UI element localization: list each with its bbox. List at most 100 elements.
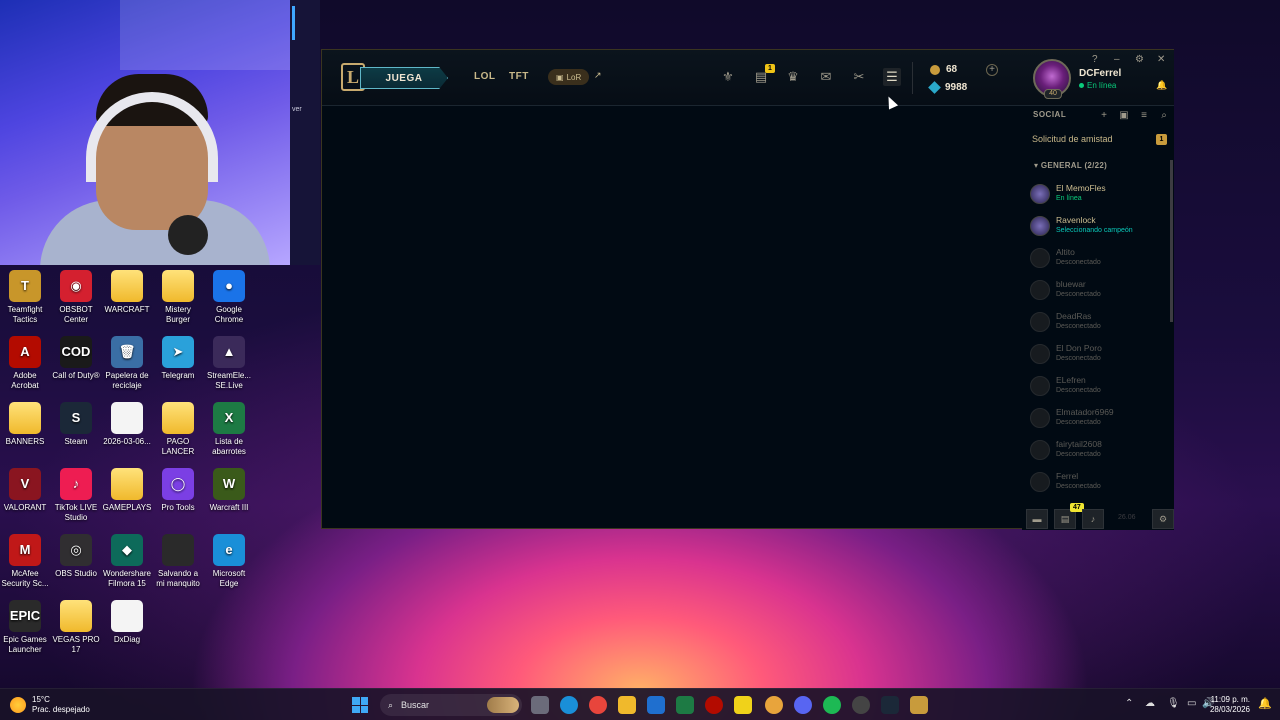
notifications-icon[interactable]: 🔔 (1258, 697, 1272, 710)
friend-row[interactable]: ELefren Desconectado (1030, 375, 1168, 403)
clock[interactable]: 11:09 p. m. 28/03/2026 (1210, 695, 1250, 715)
rp-value: 68 (946, 64, 958, 75)
clash-icon[interactable]: ⚜ (719, 68, 737, 86)
add-friend-icon[interactable]: + (1097, 109, 1111, 123)
desktop-icon[interactable]: V VALORANT (0, 466, 50, 513)
app-icon (162, 534, 194, 566)
task-view-icon[interactable] (531, 696, 549, 714)
desktop-icon[interactable]: VEGAS PRO 17 (51, 598, 101, 655)
microphone-icon[interactable]: 🎙 (1167, 698, 1180, 709)
client-top-bar: L JUEGA LOL TFT ▣ LoR ↗ ⚜ ▤ 1 ♛ ✉ ✂ ☰ 68… (322, 50, 1174, 106)
settings-button[interactable]: ⚙ (1135, 54, 1144, 65)
desktop-icon[interactable]: W Warcraft III (204, 466, 254, 513)
obs-icon[interactable] (852, 696, 870, 714)
add-folder-icon[interactable]: ▣ (1117, 109, 1131, 123)
desktop-icon[interactable]: X Lista de abarrotes (204, 400, 254, 457)
friend-row[interactable]: El Don Poro Desconectado (1030, 343, 1168, 371)
desktop-icon[interactable]: COD Call of Duty® (51, 334, 101, 381)
desktop-icon[interactable]: ➤ Telegram (153, 334, 203, 381)
file-explorer-icon[interactable] (618, 696, 636, 714)
spotify-icon[interactable] (823, 696, 841, 714)
status-indicator[interactable]: En línea (1079, 81, 1116, 90)
gear-icon[interactable]: ⚙ (1152, 509, 1174, 529)
taskbar-search[interactable]: ⌕ Buscar (380, 694, 522, 716)
friend-row[interactable]: El MemoFles En línea (1030, 183, 1168, 211)
desktop-icon[interactable]: GAMEPLAYS (102, 466, 152, 513)
acrobat-icon[interactable] (705, 696, 723, 714)
buy-rp-button[interactable]: + (986, 64, 998, 76)
chrome-canary-icon[interactable] (765, 696, 783, 714)
friend-row[interactable]: DeadRas Desconectado (1030, 311, 1168, 339)
sticky-notes-icon[interactable] (734, 696, 752, 714)
start-button[interactable] (352, 697, 368, 713)
weather-widget[interactable]: 15°C Prac. despejado (10, 695, 90, 715)
desktop-icon[interactable]: DxDiag (102, 598, 152, 645)
desktop-icon[interactable]: PAGO LANCER (153, 400, 203, 457)
play-button[interactable]: JUEGA (360, 67, 448, 89)
rp-display[interactable]: 68 (930, 64, 957, 75)
excel-icon[interactable] (676, 696, 694, 714)
network-icon[interactable]: ▭ (1187, 698, 1196, 709)
lor-button[interactable]: ▣ LoR (548, 69, 590, 85)
friend-row[interactable]: Elmatador6969 Desconectado (1030, 407, 1168, 435)
desktop-icon[interactable]: 2026-03-06... (102, 400, 152, 447)
profile-icon[interactable]: ♛ (784, 68, 802, 86)
desktop-icon[interactable]: ▲ StreamEle... SE.Live (204, 334, 254, 391)
desktop-icon[interactable]: EPIC Epic Games Launcher (0, 598, 50, 655)
nav-lol[interactable]: LOL (474, 71, 496, 82)
friend-request-row[interactable]: Solicitud de amistad 1 (1032, 134, 1169, 145)
desktop-icon-label: Adobe Acrobat (11, 371, 39, 390)
desktop-icon[interactable]: Salvando a mi manquito (153, 532, 203, 589)
minimize-button[interactable]: – (1114, 54, 1120, 65)
desktop-icon-label: Call of Duty® (52, 371, 100, 380)
desktop-icon[interactable]: WARCRAFT (102, 268, 152, 315)
desktop-icon[interactable]: S Steam (51, 400, 101, 447)
desktop-icon[interactable]: T Teamfight Tactics (0, 268, 50, 325)
league-client-icon[interactable] (910, 696, 928, 714)
notification-bell-icon[interactable]: 🔔 (1156, 80, 1167, 91)
desktop-icon[interactable]: ● Google Chrome (204, 268, 254, 325)
friend-list-scrollbar[interactable] (1170, 160, 1173, 322)
desktop-icon[interactable]: e Microsoft Edge (204, 532, 254, 589)
tft-icon[interactable]: ✂ (850, 68, 868, 86)
desktop-icon[interactable]: ◆ Wondershare Filmora 15 (102, 532, 152, 589)
desktop-icon[interactable]: 🗑 Papelera de reciclaje (102, 334, 152, 391)
group-general-header[interactable]: ▾ GENERAL (2/22) (1034, 161, 1107, 170)
friend-row[interactable]: Ferrel Desconectado (1030, 471, 1168, 499)
cloud-icon[interactable]: ☁ (1145, 698, 1155, 709)
collection-icon[interactable]: ✉ (817, 68, 835, 86)
desktop-icon[interactable]: Mistery Burger (153, 268, 203, 325)
desktop-icon[interactable]: ♪ TikTok LIVE Studio (51, 466, 101, 523)
desktop-icon[interactable]: ◯ Pro Tools (153, 466, 203, 513)
friend-row[interactable]: fairytail2608 Desconectado (1030, 439, 1168, 467)
friend-avatar (1030, 248, 1050, 268)
missions-icon[interactable]: ▤ (1054, 509, 1076, 529)
chevron-up-icon[interactable]: ⌃ (1125, 698, 1133, 709)
chrome-icon[interactable] (589, 696, 607, 714)
friend-row[interactable]: Altito Desconectado (1030, 247, 1168, 275)
friend-row[interactable]: Ravenlock Seleccionando campeón (1030, 215, 1168, 243)
search-icon[interactable]: ⌕ (1157, 109, 1171, 123)
steam-icon[interactable] (881, 696, 899, 714)
chat-icon[interactable]: ▬ (1026, 509, 1048, 529)
scrollbar-thumb[interactable] (1170, 160, 1173, 322)
edge-icon[interactable] (560, 696, 578, 714)
desktop-icon[interactable]: ◉ OBSBOT Center (51, 268, 101, 325)
desktop-icon[interactable]: BANNERS (0, 400, 50, 447)
help-button[interactable]: ? (1092, 54, 1098, 65)
friend-name: fairytail2608 (1056, 439, 1102, 449)
discord-icon[interactable] (794, 696, 812, 714)
word-icon[interactable] (647, 696, 665, 714)
friend-status: Desconectado (1056, 259, 1101, 266)
desktop-icon-label: BANNERS (5, 437, 45, 446)
close-button[interactable]: ✕ (1157, 54, 1165, 65)
desktop-icon[interactable]: ◎ OBS Studio (51, 532, 101, 579)
friend-row[interactable]: bluewar Desconectado (1030, 279, 1168, 307)
summoner-name[interactable]: DCFerrel (1079, 68, 1121, 79)
loot-icon[interactable]: ☰ (883, 68, 901, 86)
list-view-icon[interactable]: ≡ (1137, 109, 1151, 123)
desktop-icon[interactable]: M McAfee Security Sc... (0, 532, 50, 589)
voice-icon[interactable]: ♪ (1082, 509, 1104, 529)
nav-tft[interactable]: TFT (509, 71, 529, 82)
desktop-icon[interactable]: A Adobe Acrobat (0, 334, 50, 391)
